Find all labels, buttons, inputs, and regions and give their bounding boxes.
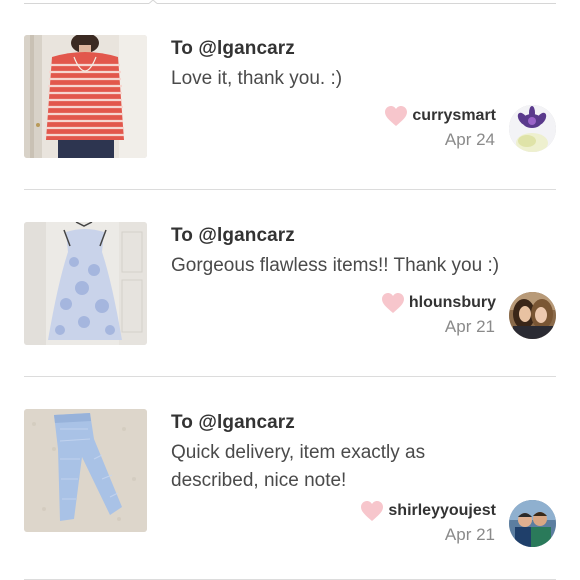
review-item[interactable]: To @lgancarz Gorgeous flawless items!! T… [24, 222, 556, 377]
review-recipient: To @lgancarz [171, 225, 295, 246]
reviewer-avatar[interactable] [509, 500, 556, 547]
heart-icon[interactable] [384, 105, 408, 127]
review-item[interactable]: To @lgancarz Quick delivery, item exactl… [24, 409, 556, 580]
reviewer-username[interactable]: currysmart [412, 107, 496, 125]
reviewer-username[interactable]: shirleyyoujest [388, 502, 496, 520]
review-recipient: To @lgancarz [171, 38, 295, 59]
tab-indicator-line [24, 0, 556, 5]
review-comment: Quick delivery, item exactly as describe… [171, 442, 426, 491]
family-avatar [509, 500, 556, 547]
heart-icon[interactable] [360, 500, 384, 522]
listing-thumbnail[interactable] [24, 222, 147, 345]
review-meta: hlounsbury Apr 21 [381, 291, 496, 337]
listing-thumbnail[interactable] [24, 409, 147, 532]
two-women-avatar [509, 292, 556, 339]
review-meta: shirleyyoujest Apr 21 [360, 499, 496, 545]
listing-thumbnail[interactable] [24, 35, 147, 158]
light-blue-pants-photo [24, 409, 147, 532]
review-comment: Love it, thank you. :) [171, 68, 343, 89]
review-recipient: To @lgancarz [171, 412, 295, 433]
review-date: Apr 21 [444, 317, 495, 336]
flower-avatar [509, 105, 556, 152]
review-item[interactable]: To @lgancarz Love it, thank you. :) curr… [24, 35, 556, 190]
heart-icon[interactable] [381, 292, 405, 314]
blue-floral-dress-photo [24, 222, 147, 345]
reviewer-username[interactable]: hlounsbury [409, 294, 496, 312]
reviewer-avatar[interactable] [509, 292, 556, 339]
review-divider [24, 376, 556, 377]
review-meta: currysmart Apr 24 [384, 104, 496, 150]
red-striped-top-photo [24, 35, 147, 158]
reviewer-avatar[interactable] [509, 105, 556, 152]
review-date: Apr 21 [444, 525, 495, 544]
review-date: Apr 24 [444, 130, 495, 149]
review-comment: Gorgeous flawless items!! Thank you :) [171, 255, 500, 276]
review-divider [24, 189, 556, 190]
